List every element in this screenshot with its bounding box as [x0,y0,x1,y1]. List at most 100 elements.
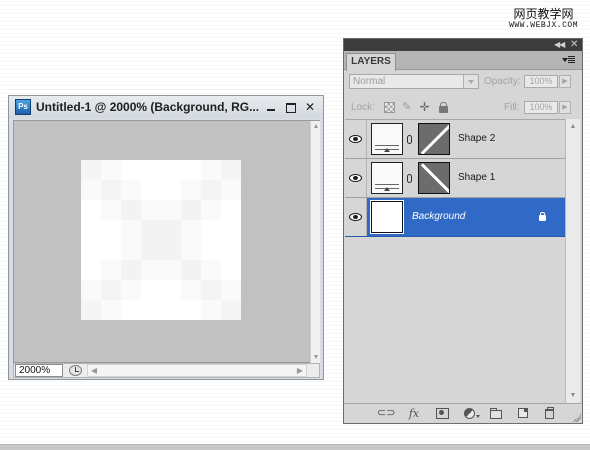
link-icon[interactable] [407,135,412,144]
lock-label: Lock: [351,102,375,113]
chevron-down-icon[interactable] [463,75,478,88]
canvas-pixel [81,180,101,200]
panel-tab-strip: LAYERS [344,51,582,71]
scroll-up-icon[interactable]: ▲ [311,123,321,130]
vector-mask-thumbnail[interactable] [418,162,450,194]
bottom-bar [0,444,590,450]
canvas-pixel [161,240,181,260]
scroll-up-icon[interactable]: ▲ [566,123,580,130]
resize-grip-icon[interactable] [573,414,581,422]
canvas-pixel [201,200,221,220]
canvas[interactable] [81,160,241,320]
canvas-pixel [181,260,201,280]
opacity-field[interactable]: 100% [524,75,558,88]
fill-field[interactable]: 100% [524,101,558,114]
panel-header-bar[interactable]: ◀◀ ✕ [344,39,582,51]
maximize-button[interactable] [282,99,298,115]
canvas-pixel [101,240,121,260]
canvas-pixel [101,160,121,180]
fill-label: Fill: [504,102,520,113]
minimize-button[interactable] [263,99,279,115]
document-window: Ps Untitled-1 @ 2000% (Background, RG...… [8,95,324,380]
document-status-bar: 2000% ◀ ▶ [13,363,320,378]
canvas-pixel [201,260,221,280]
link-layers-icon[interactable]: ⊂⊃ [377,407,395,420]
canvas-pixel [161,200,181,220]
canvas-pixel [201,240,221,260]
eye-icon [349,135,362,143]
watermark-title: 网页教学网 [513,7,574,21]
blend-mode-select[interactable]: Normal [349,74,479,89]
canvas-pixel [101,220,121,240]
opacity-arrow-icon[interactable]: ▶ [559,75,571,88]
canvas-pixel [141,260,161,280]
new-layer-icon[interactable] [518,408,528,418]
canvas-pixel [161,220,181,240]
visibility-toggle[interactable] [345,120,367,158]
zoom-field[interactable]: 2000% [15,364,63,377]
canvas-pixel [221,220,241,240]
canvas-pixel [141,300,161,320]
link-icon[interactable] [407,174,412,183]
watermark-url: WWW.WEBJX.COM [509,21,578,30]
layer-name[interactable]: Shape 1 [458,172,495,183]
watermark: 网页教学网 WWW.WEBJX.COM [509,8,578,30]
layer-row-shape-2[interactable]: Shape 2 [345,120,565,159]
lock-all-icon[interactable] [439,102,448,113]
canvas-pixel [121,260,141,280]
horizontal-scrollbar[interactable]: ◀ ▶ [87,364,307,377]
canvas-pixel [181,280,201,300]
close-button[interactable]: ✕ [302,99,318,115]
canvas-pixel [221,300,241,320]
tab-layers[interactable]: LAYERS [346,53,396,71]
visibility-toggle[interactable] [345,198,367,236]
canvas-pixel [221,160,241,180]
canvas-pixel [101,180,121,200]
canvas-pixel [221,260,241,280]
scroll-down-icon[interactable]: ▼ [566,392,580,399]
opacity-label: Opacity: [484,76,521,87]
document-titlebar[interactable]: Ps Untitled-1 @ 2000% (Background, RG...… [9,96,323,118]
layer-row-shape-1[interactable]: Shape 1 [345,159,565,198]
canvas-pixel [81,240,101,260]
layers-list: Shape 2 Shape 1 Background [345,119,565,403]
canvas-pixel [161,300,181,320]
canvas-pixel [201,160,221,180]
fill-arrow-icon[interactable]: ▶ [559,101,571,114]
layers-scrollbar[interactable]: ▲ ▼ [565,119,580,403]
canvas-pixel [101,200,121,220]
scroll-right-icon[interactable]: ▶ [296,366,304,375]
canvas-pixel [101,260,121,280]
layer-row-background[interactable]: Background [345,198,565,237]
delete-layer-icon[interactable] [545,407,554,419]
vector-mask-thumbnail[interactable] [418,123,450,155]
vertical-scrollbar[interactable]: ▲ ▼ [310,121,320,363]
lock-position-icon[interactable]: ✛ [419,101,430,113]
lock-transparency-icon[interactable] [384,102,395,113]
canvas-pixel [141,240,161,260]
layer-thumbnail [371,162,403,194]
adjustment-layer-icon[interactable] [464,408,475,419]
document-canvas-area[interactable]: ▲ ▼ [13,120,320,363]
visibility-toggle[interactable] [345,159,367,197]
panel-menu-icon[interactable] [562,55,576,65]
collapse-icon[interactable]: ◀◀ [554,39,565,51]
fx-icon[interactable]: fx [406,407,422,420]
status-clock-icon[interactable] [69,365,82,376]
panel-close-icon[interactable]: ✕ [570,39,578,51]
canvas-pixel [121,160,141,180]
layers-panel: ◀◀ ✕ LAYERS Normal Opacity: 100% ▶ Lock:… [343,38,583,424]
scroll-left-icon[interactable]: ◀ [90,366,98,375]
add-mask-icon[interactable] [436,408,449,419]
scroll-down-icon[interactable]: ▼ [311,354,321,361]
canvas-pixel [161,180,181,200]
canvas-pixel [121,220,141,240]
canvas-pixel [221,280,241,300]
new-group-icon[interactable] [490,408,502,419]
lock-pixels-icon[interactable]: ✎ [402,102,413,113]
chevron-down-icon [476,415,480,420]
blend-mode-value: Normal [353,76,386,87]
layer-name[interactable]: Shape 2 [458,133,495,144]
layer-name[interactable]: Background [412,211,465,222]
canvas-pixel [141,160,161,180]
